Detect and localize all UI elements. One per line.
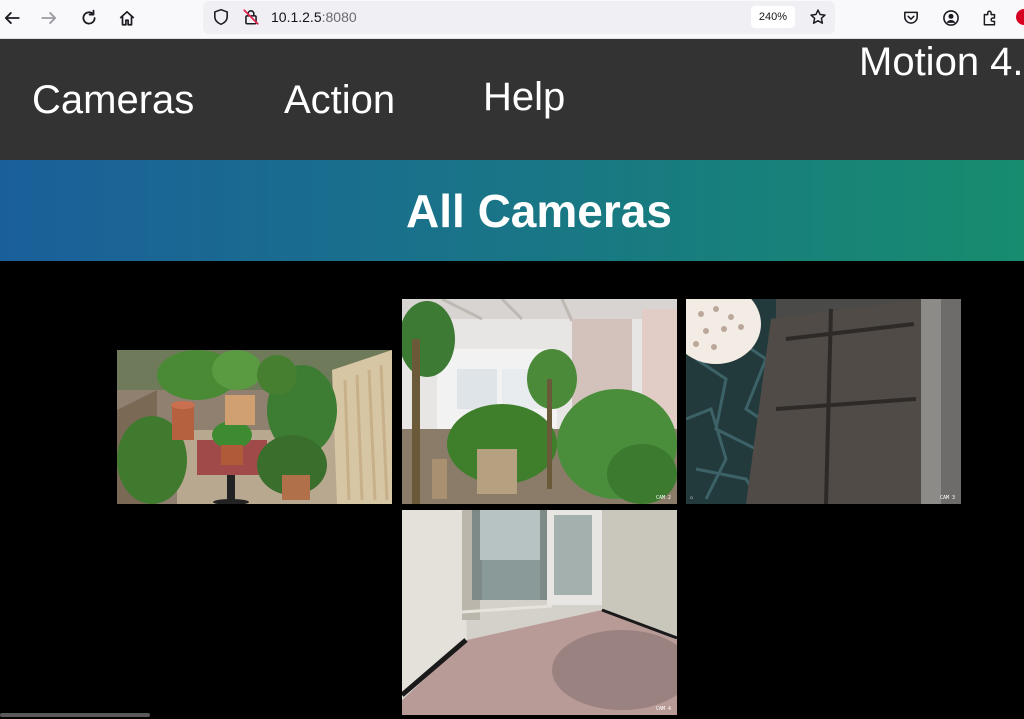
- hallway-scene: [402, 510, 677, 715]
- url-host: 10.1.2.5: [271, 9, 322, 25]
- camera-2-timestamp: CAM 2: [655, 495, 671, 501]
- nav-cameras[interactable]: Cameras: [32, 78, 194, 123]
- home-icon[interactable]: [116, 7, 138, 29]
- insecure-lock-icon[interactable]: [240, 6, 262, 28]
- camera-feed-3[interactable]: ▫ CAM 3: [686, 299, 961, 504]
- page-title: All Cameras: [406, 184, 672, 237]
- dark-wall-scene: [686, 299, 961, 504]
- reload-icon[interactable]: [78, 7, 100, 29]
- top-nav: Cameras Action Help Motion 4.: [0, 39, 1024, 160]
- account-icon[interactable]: [940, 7, 962, 29]
- horizontal-scrollbar[interactable]: [0, 713, 150, 717]
- camera-feed-4[interactable]: CAM 4: [402, 510, 677, 715]
- camera-feed-2[interactable]: CAM 2: [402, 299, 677, 504]
- browser-toolbar: 10.1.2.5:8080 240%: [0, 0, 1024, 39]
- nav-help[interactable]: Help: [483, 75, 565, 120]
- extensions-icon[interactable]: [979, 7, 1001, 29]
- balcony-scene: [402, 299, 677, 504]
- notification-dot-icon[interactable]: [1016, 9, 1024, 25]
- camera-3-left-mark: ▫: [690, 495, 694, 501]
- star-icon[interactable]: [807, 6, 829, 28]
- back-arrow-icon[interactable]: [1, 7, 23, 29]
- page-banner: All Cameras: [0, 160, 1024, 261]
- camera-3-timestamp: CAM 3: [939, 495, 955, 501]
- pocket-icon[interactable]: [900, 7, 922, 29]
- brand-title: Motion 4.: [859, 40, 1024, 84]
- url-text[interactable]: 10.1.2.5:8080: [271, 9, 357, 25]
- camera-4-timestamp: CAM 4: [655, 706, 671, 712]
- shield-icon[interactable]: [210, 6, 232, 28]
- url-bar[interactable]: 10.1.2.5:8080 240%: [203, 1, 835, 34]
- garden-scene: [117, 350, 392, 504]
- zoom-badge[interactable]: 240%: [751, 6, 795, 28]
- forward-arrow-icon[interactable]: [38, 7, 60, 29]
- url-port: :8080: [321, 9, 357, 25]
- nav-action[interactable]: Action: [284, 78, 395, 123]
- camera-feed-1[interactable]: [117, 350, 392, 504]
